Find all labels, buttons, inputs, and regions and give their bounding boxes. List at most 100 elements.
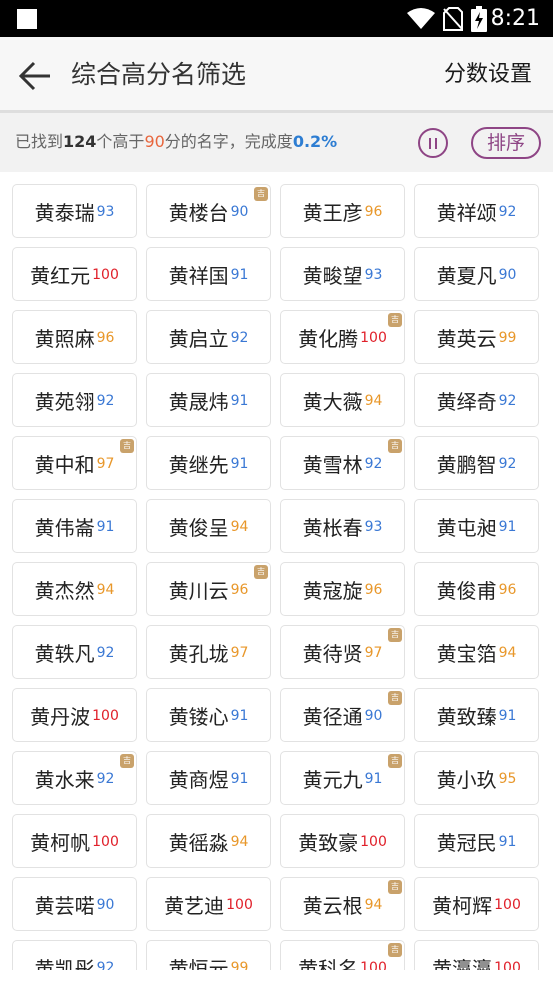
- name-card[interactable]: 黄俊呈 94: [146, 499, 271, 553]
- name-card[interactable]: 黄径通 90 吉: [280, 688, 405, 742]
- name-card[interactable]: 黄科名 100 吉: [280, 940, 405, 970]
- name-card[interactable]: 黄英云 99: [414, 310, 539, 364]
- name-text: 黄祥颂: [436, 200, 497, 225]
- name-card[interactable]: 黄中和 97 吉: [12, 436, 137, 490]
- name-card[interactable]: 黄恒元 99: [146, 940, 271, 970]
- name-card[interactable]: 黄艺迪 100: [146, 877, 271, 931]
- name-text: 黄晟炜: [168, 389, 229, 414]
- name-score: 96: [230, 582, 249, 598]
- name-card[interactable]: 黄绎奇 92: [414, 373, 539, 427]
- name-card[interactable]: 黄孔垅 97: [146, 625, 271, 679]
- name-text: 黄柯辉: [432, 893, 493, 918]
- name-card[interactable]: 黄宝箔 94: [414, 625, 539, 679]
- arrow-left-icon[interactable]: [16, 57, 54, 95]
- name-card[interactable]: 黄致臻 91: [414, 688, 539, 742]
- name-card[interactable]: 黄晟炜 91: [146, 373, 271, 427]
- name-card[interactable]: 黄杰然 94: [12, 562, 137, 616]
- name-text: 黄夏凡: [436, 263, 497, 288]
- name-card[interactable]: 黄屯昶 91: [414, 499, 539, 553]
- name-card[interactable]: 黄鹏智 92: [414, 436, 539, 490]
- name-score: 91: [96, 519, 115, 535]
- name-text: 黄商煜: [168, 767, 229, 792]
- name-score: 90: [364, 708, 383, 724]
- name-card[interactable]: 黄寇旋 96: [280, 562, 405, 616]
- name-score: 91: [498, 519, 517, 535]
- name-text: 黄王彦: [302, 200, 363, 225]
- lucky-badge-icon: 吉: [120, 439, 134, 453]
- name-text: 黄云根: [302, 893, 363, 918]
- sort-button[interactable]: 排序: [471, 127, 541, 159]
- name-card[interactable]: 黄雪林 92 吉: [280, 436, 405, 490]
- name-card[interactable]: 黄伟崙 91: [12, 499, 137, 553]
- name-card[interactable]: 黄柯辉 100: [414, 877, 539, 931]
- name-card[interactable]: 黄化腾 100 吉: [280, 310, 405, 364]
- pause-icon: [429, 138, 431, 149]
- threshold-suffix: 分的名字，完成度: [164, 132, 293, 151]
- name-score: 92: [96, 771, 115, 787]
- name-text: 黄小玖: [436, 767, 497, 792]
- name-card[interactable]: 黄祥国 91: [146, 247, 271, 301]
- name-score: 92: [498, 456, 517, 472]
- name-card[interactable]: 黄畯望 93: [280, 247, 405, 301]
- name-text: 黄柯帆: [30, 830, 91, 855]
- name-score: 92: [96, 393, 115, 409]
- status-bar: 8:21: [0, 0, 553, 37]
- name-card[interactable]: 黄致豪 100: [280, 814, 405, 868]
- name-card[interactable]: 黄泰瑞 93: [12, 184, 137, 238]
- pause-button[interactable]: [418, 128, 448, 158]
- name-card[interactable]: 黄枨春 93: [280, 499, 405, 553]
- name-card[interactable]: 黄小玖 95: [414, 751, 539, 805]
- name-score: 100: [92, 267, 119, 283]
- score-settings-button[interactable]: 分数设置: [444, 55, 532, 95]
- lucky-badge-icon: 吉: [254, 565, 268, 579]
- name-card[interactable]: 黄元九 91 吉: [280, 751, 405, 805]
- name-card[interactable]: 黄待贤 97 吉: [280, 625, 405, 679]
- name-card[interactable]: 黄楼台 90 吉: [146, 184, 271, 238]
- name-text: 黄伟崙: [34, 515, 95, 540]
- name-card[interactable]: 黄凯彤 92: [12, 940, 137, 970]
- name-card[interactable]: 黄丹波 100: [12, 688, 137, 742]
- battery-charging-icon: [471, 6, 487, 32]
- name-card[interactable]: 黄红元 100: [12, 247, 137, 301]
- name-text: 黄大薇: [302, 389, 363, 414]
- lucky-badge-icon: 吉: [388, 880, 402, 894]
- name-card[interactable]: 黄继先 91: [146, 436, 271, 490]
- name-text: 黄冠民: [436, 830, 497, 855]
- name-score: 96: [364, 582, 383, 598]
- name-card[interactable]: 黄轶凡 92: [12, 625, 137, 679]
- name-card[interactable]: 黄照麻 96: [12, 310, 137, 364]
- name-card[interactable]: 黄柯帆 100: [12, 814, 137, 868]
- name-card[interactable]: 黄俊甫 96: [414, 562, 539, 616]
- name-text: 黄鹏智: [436, 452, 497, 477]
- name-card[interactable]: 黄镂心 91: [146, 688, 271, 742]
- name-card[interactable]: 黄水来 92 吉: [12, 751, 137, 805]
- name-score: 90: [96, 897, 115, 913]
- name-card[interactable]: 黄川云 96 吉: [146, 562, 271, 616]
- name-card[interactable]: 黄云根 94 吉: [280, 877, 405, 931]
- name-card[interactable]: 黄王彦 96: [280, 184, 405, 238]
- name-list[interactable]: 黄泰瑞 93 黄楼台 90 吉黄王彦 96 黄祥颂 92 黄红元 100 黄祥国 91 黄畯望 93 黄夏凡…: [0, 172, 553, 970]
- name-grid: 黄泰瑞 93 黄楼台 90 吉黄王彦 96 黄祥颂 92 黄红元 100 黄祥国 91 黄畯望 93 黄夏凡…: [12, 184, 541, 970]
- name-text: 黄雪林: [302, 452, 363, 477]
- name-card[interactable]: 黄苑翎 92: [12, 373, 137, 427]
- name-score: 94: [96, 582, 115, 598]
- name-text: 黄泰瑞: [34, 200, 95, 225]
- name-score: 94: [364, 897, 383, 913]
- lucky-badge-icon: 吉: [254, 187, 268, 201]
- clock: 8:21: [490, 6, 540, 31]
- name-text: 黄径通: [302, 704, 363, 729]
- name-card[interactable]: 黄商煜 91: [146, 751, 271, 805]
- name-card[interactable]: 黄芸喏 90: [12, 877, 137, 931]
- status-icons: [407, 6, 487, 32]
- no-sim-icon: [443, 7, 463, 31]
- name-card[interactable]: 黄祥颂 92: [414, 184, 539, 238]
- name-score: 100: [360, 960, 387, 970]
- name-score: 92: [498, 204, 517, 220]
- name-card[interactable]: 黄夏凡 90: [414, 247, 539, 301]
- name-card[interactable]: 黄启立 92: [146, 310, 271, 364]
- found-prefix: 已找到: [15, 132, 64, 151]
- name-card[interactable]: 黄冠民 91: [414, 814, 539, 868]
- name-card[interactable]: 黄徭淼 94: [146, 814, 271, 868]
- name-card[interactable]: 黄大薇 94: [280, 373, 405, 427]
- name-card[interactable]: 黄瀛瀛 100: [414, 940, 539, 970]
